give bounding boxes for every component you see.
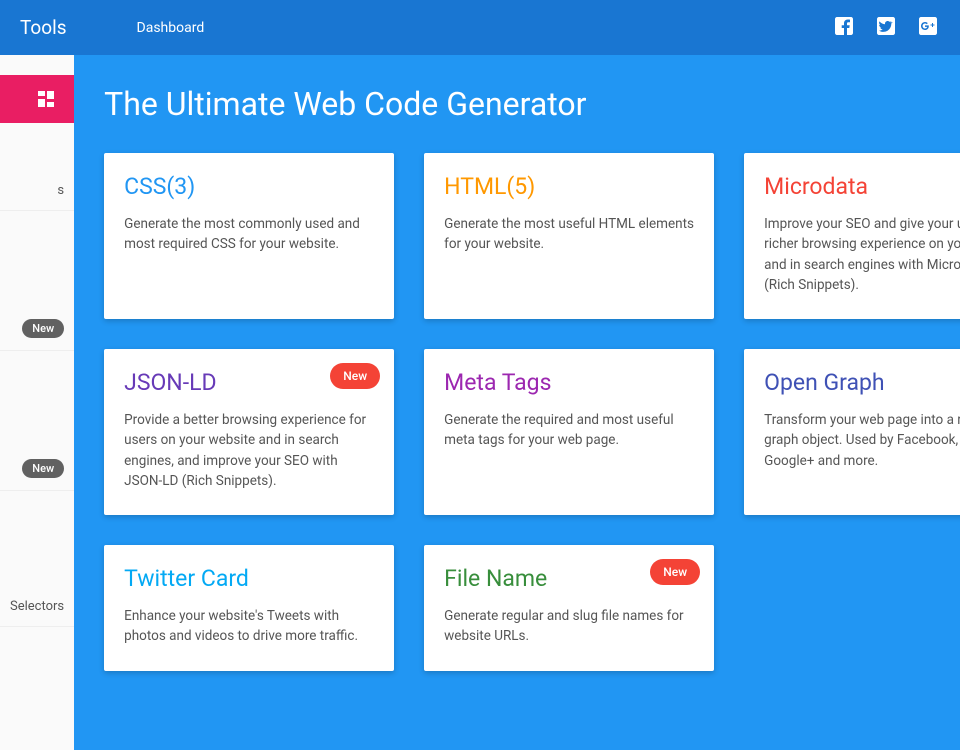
sidebar: s New New Selectors bbox=[0, 55, 74, 750]
dashboard-icon bbox=[38, 91, 54, 107]
twitter-icon[interactable] bbox=[874, 14, 898, 42]
topbar-left: Tools Dashboard bbox=[20, 16, 204, 39]
facebook-icon[interactable] bbox=[832, 14, 856, 42]
sidebar-item-dashboard[interactable] bbox=[0, 75, 74, 123]
sidebar-item-new1[interactable]: New bbox=[0, 307, 74, 351]
card-title: Meta Tags bbox=[444, 369, 694, 396]
card-grid: CSS(3) Generate the most commonly used a… bbox=[104, 153, 960, 671]
sidebar-spacer bbox=[0, 259, 74, 307]
sidebar-spacer bbox=[0, 539, 74, 587]
sidebar-spacer bbox=[0, 351, 74, 399]
card-desc: Provide a better browsing experience for… bbox=[124, 410, 374, 491]
sidebar-spacer bbox=[0, 491, 74, 539]
new-badge: New bbox=[22, 459, 64, 478]
topbar: Tools Dashboard bbox=[0, 0, 960, 55]
card-desc: Generate regular and slug file names for… bbox=[444, 606, 694, 647]
card-title: Microdata bbox=[764, 173, 960, 200]
sidebar-item-selectors[interactable]: Selectors bbox=[0, 587, 74, 627]
card-filename[interactable]: New File Name Generate regular and slug … bbox=[424, 545, 714, 671]
brand-title[interactable]: Tools bbox=[20, 16, 67, 39]
card-desc: Transform your web page into a rich grap… bbox=[764, 410, 960, 471]
card-opengraph[interactable]: Open Graph Transform your web page into … bbox=[744, 349, 960, 515]
sidebar-spacer bbox=[0, 399, 74, 447]
sidebar-item-new2[interactable]: New bbox=[0, 447, 74, 491]
sidebar-spacer bbox=[0, 211, 74, 259]
card-title: HTML(5) bbox=[444, 173, 694, 200]
card-jsonld[interactable]: New JSON-LD Provide a better browsing ex… bbox=[104, 349, 394, 515]
new-badge: New bbox=[22, 319, 64, 338]
card-desc: Generate the most useful HTML elements f… bbox=[444, 214, 694, 255]
new-badge: New bbox=[330, 363, 380, 389]
card-html[interactable]: HTML(5) Generate the most useful HTML el… bbox=[424, 153, 714, 319]
sidebar-item-partial[interactable]: s bbox=[0, 171, 74, 211]
card-twittercard[interactable]: Twitter Card Enhance your website's Twee… bbox=[104, 545, 394, 671]
card-desc: Generate the required and most useful me… bbox=[444, 410, 694, 451]
sidebar-spacer bbox=[0, 123, 74, 171]
new-badge: New bbox=[650, 559, 700, 585]
card-desc: Generate the most commonly used and most… bbox=[124, 214, 374, 255]
social-icons bbox=[832, 14, 940, 42]
layout: s New New Selectors The Ultimate Web Cod… bbox=[0, 55, 960, 750]
card-title: Open Graph bbox=[764, 369, 960, 396]
page-title: The Ultimate Web Code Generator bbox=[104, 85, 960, 123]
sidebar-item-label: s bbox=[57, 183, 64, 198]
card-metatags[interactable]: Meta Tags Generate the required and most… bbox=[424, 349, 714, 515]
card-title: Twitter Card bbox=[124, 565, 374, 592]
card-desc: Improve your SEO and give your users a r… bbox=[764, 214, 960, 295]
googleplus-icon[interactable] bbox=[916, 14, 940, 42]
card-css[interactable]: CSS(3) Generate the most commonly used a… bbox=[104, 153, 394, 319]
card-desc: Enhance your website's Tweets with photo… bbox=[124, 606, 374, 647]
nav-dashboard[interactable]: Dashboard bbox=[137, 20, 205, 36]
sidebar-item-label: Selectors bbox=[10, 599, 64, 614]
main-content: The Ultimate Web Code Generator CSS(3) G… bbox=[74, 55, 960, 750]
card-title: CSS(3) bbox=[124, 173, 374, 200]
card-microdata[interactable]: Microdata Improve your SEO and give your… bbox=[744, 153, 960, 319]
